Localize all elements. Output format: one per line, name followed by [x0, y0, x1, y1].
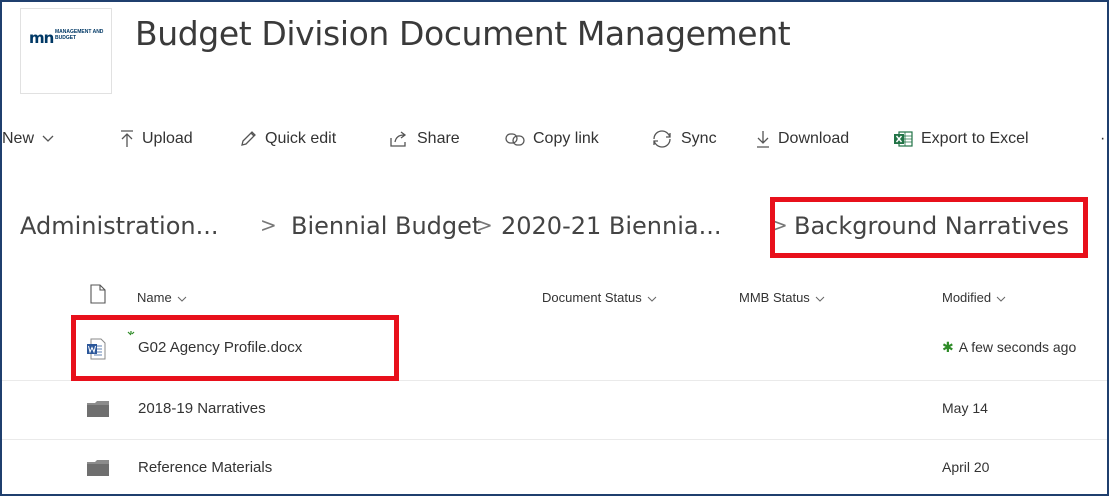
- copy-link-label: Copy link: [533, 130, 599, 147]
- column-header-document-status-label: Document Status: [542, 290, 642, 305]
- list-header: Name Document Status MMB Status Modified: [2, 280, 1107, 318]
- breadcrumb-item-biennial-budget[interactable]: Biennial Budget: [291, 212, 481, 240]
- folder-name-link[interactable]: Reference Materials: [138, 459, 272, 476]
- chevron-down-icon: [815, 290, 825, 305]
- modified-value: ✱ A few seconds ago: [942, 339, 1076, 356]
- sync-label: Sync: [681, 130, 717, 147]
- quick-edit-label: Quick edit: [265, 130, 337, 147]
- breadcrumb-separator: >: [260, 213, 277, 237]
- site-title[interactable]: Budget Division Document Management: [135, 14, 791, 53]
- quick-edit-button[interactable]: Quick edit: [239, 121, 336, 157]
- breadcrumb-item-2020-21-biennium[interactable]: 2020-21 Biennia...: [501, 212, 722, 240]
- modified-value: April 20: [942, 459, 990, 475]
- export-to-excel-button[interactable]: Export to Excel: [893, 121, 1029, 157]
- list-item[interactable]: Reference Materials April 20: [2, 439, 1107, 494]
- chevron-down-icon: [177, 290, 187, 305]
- share-label: Share: [417, 130, 460, 147]
- window-frame: mn MANAGEMENT AND BUDGET Budget Division…: [0, 0, 1109, 496]
- upload-icon: [120, 130, 134, 148]
- sync-icon: [651, 129, 673, 149]
- site-logo[interactable]: mn MANAGEMENT AND BUDGET: [20, 8, 112, 94]
- chevron-down-icon: [996, 290, 1006, 305]
- pencil-icon: [239, 130, 257, 148]
- new-button[interactable]: New: [2, 121, 54, 157]
- modified-value: May 14: [942, 400, 988, 416]
- breadcrumb-separator: >: [476, 213, 493, 237]
- upload-button[interactable]: Upload: [120, 121, 193, 157]
- download-icon: [756, 130, 770, 148]
- column-header-modified-label: Modified: [942, 290, 992, 305]
- command-bar: New Upload Quick edit Share Copy link Sy…: [2, 119, 1107, 159]
- export-label: Export to Excel: [921, 130, 1029, 147]
- column-header-mmb-status[interactable]: MMB Status: [739, 290, 825, 305]
- column-header-name[interactable]: Name: [137, 290, 187, 305]
- modified-text: A few seconds ago: [958, 339, 1077, 355]
- download-label: Download: [778, 130, 850, 147]
- download-button[interactable]: Download: [756, 121, 849, 157]
- more-button[interactable]: ·: [1100, 121, 1105, 157]
- new-asterisk-icon: ✱: [942, 339, 954, 355]
- folder-name-link[interactable]: 2018-19 Narratives: [138, 400, 266, 417]
- share-icon: [389, 130, 409, 148]
- file-type-column-header[interactable]: [90, 284, 106, 304]
- column-header-document-status[interactable]: Document Status: [542, 290, 657, 305]
- column-header-name-label: Name: [137, 290, 172, 305]
- upload-label: Upload: [142, 130, 193, 147]
- list-item[interactable]: 2018-19 Narratives May 14: [2, 380, 1107, 438]
- column-header-modified[interactable]: Modified: [942, 290, 1006, 305]
- highlight-box-file: [71, 315, 399, 381]
- logo-mark: mn: [29, 29, 54, 47]
- folder-icon: [86, 399, 110, 423]
- logo-text: MANAGEMENT AND BUDGET: [55, 29, 104, 41]
- breadcrumb-item-administration[interactable]: Administration...: [20, 212, 219, 240]
- folder-icon: [86, 458, 110, 482]
- excel-icon: [893, 130, 913, 148]
- sync-button[interactable]: Sync: [651, 121, 717, 157]
- link-icon: [505, 132, 525, 146]
- highlight-box-breadcrumb: [770, 197, 1088, 258]
- chevron-down-icon: [647, 290, 657, 305]
- copy-link-button[interactable]: Copy link: [505, 121, 599, 157]
- more-label: ·: [1100, 130, 1106, 147]
- chevron-down-icon: [42, 135, 54, 143]
- site-header: mn MANAGEMENT AND BUDGET Budget Division…: [2, 2, 1107, 102]
- column-header-mmb-status-label: MMB Status: [739, 290, 810, 305]
- new-label: New: [2, 130, 35, 147]
- document-icon: [90, 284, 106, 304]
- share-button[interactable]: Share: [389, 121, 460, 157]
